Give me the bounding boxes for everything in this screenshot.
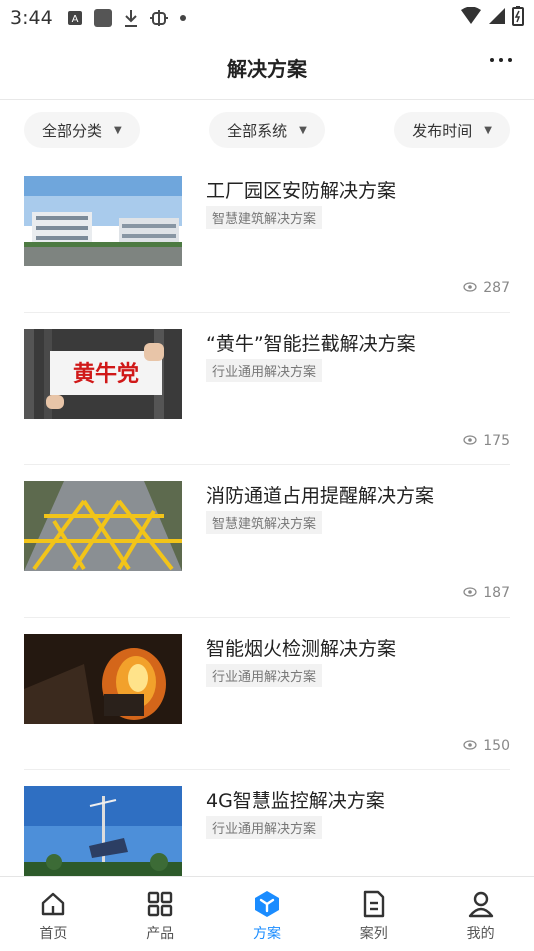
solution-list: 工厂园区安防解决方案 智慧建筑解决方案 287 黄牛党 “黄牛”智能拦截解决方案…: [0, 160, 534, 876]
view-count: 175: [463, 433, 510, 449]
status-time: 3:44: [10, 7, 53, 29]
user-icon: [468, 889, 494, 919]
filter-category-label: 全部分类: [42, 121, 103, 140]
document-icon: [362, 889, 386, 919]
home-icon: [40, 889, 66, 919]
view-count-value: 187: [483, 585, 510, 601]
tab-home-label: 首页: [39, 926, 68, 942]
more-menu-icon[interactable]: [490, 58, 512, 62]
eye-icon: [463, 280, 477, 296]
filter-system-label: 全部系统: [227, 121, 288, 140]
caret-down-icon: ▼: [114, 124, 122, 136]
caret-down-icon: ▼: [299, 124, 307, 136]
filter-category[interactable]: 全部分类 ▼: [24, 112, 140, 148]
view-count: 150: [463, 738, 510, 754]
wifi-icon: [460, 6, 482, 30]
factory-park-photo: [24, 176, 182, 266]
tab-products-label: 产品: [146, 926, 175, 942]
eye-icon: [463, 738, 477, 754]
page-title: 解决方案: [227, 57, 307, 81]
tab-products[interactable]: 产品: [107, 877, 214, 951]
view-count-value: 287: [483, 280, 510, 296]
solution-item[interactable]: 黄牛党 “黄牛”智能拦截解决方案 行业通用解决方案 175: [24, 313, 510, 465]
filter-publish-time[interactable]: 发布时间 ▼: [394, 112, 510, 148]
solution-item[interactable]: 4G智慧监控解决方案 行业通用解决方案: [24, 770, 510, 876]
square-notification-icon: [93, 8, 113, 28]
caret-down-icon: ▼: [484, 124, 492, 136]
title-bar: 解决方案: [0, 36, 534, 100]
svg-text:A: A: [71, 14, 78, 25]
solution-title: 消防通道占用提醒解决方案: [206, 485, 435, 507]
solution-icon: [254, 889, 280, 919]
tab-solutions[interactable]: 方案: [214, 877, 321, 951]
solution-tag: 智慧建筑解决方案: [206, 206, 323, 229]
tab-home[interactable]: 首页: [0, 877, 107, 951]
battery-icon: [512, 5, 524, 31]
monitoring-pole-photo: [24, 786, 182, 876]
tab-cases[interactable]: 案列: [320, 877, 427, 951]
solution-item[interactable]: 工厂园区安防解决方案 智慧建筑解决方案 287: [24, 160, 510, 313]
solution-tag: 行业通用解决方案: [206, 816, 323, 839]
solution-title: 智能烟火检测解决方案: [206, 637, 397, 660]
view-count: 187: [463, 585, 510, 601]
filter-bar: 全部分类 ▼ 全部系统 ▼ 发布时间 ▼: [0, 100, 534, 160]
tab-mine[interactable]: 我的: [427, 877, 534, 951]
solution-title: 4G智慧监控解决方案: [206, 790, 385, 812]
eye-icon: [463, 585, 477, 601]
solution-title: “黄牛”智能拦截解决方案: [206, 332, 416, 355]
tab-cases-label: 案列: [359, 926, 388, 942]
bottom-tab-bar: 首页 产品 方案 案列 我的: [0, 876, 534, 951]
tab-mine-label: 我的: [466, 926, 495, 942]
sign-text: 黄牛党: [73, 361, 139, 387]
dot-icon: [179, 14, 187, 22]
fire-lane-photo: [24, 481, 182, 571]
download-icon: [123, 8, 139, 28]
grid-icon: [147, 889, 173, 919]
filter-time-label: 发布时间: [412, 121, 473, 140]
fire-detection-photo: [24, 633, 182, 724]
solution-tag: 智慧建筑解决方案: [206, 511, 323, 534]
filter-system[interactable]: 全部系统 ▼: [209, 112, 325, 148]
eye-icon: [463, 433, 477, 449]
bug-icon: [149, 8, 169, 28]
signal-icon: [488, 7, 506, 30]
solution-tag: 行业通用解决方案: [206, 358, 323, 382]
solution-title: 工厂园区安防解决方案: [206, 180, 397, 202]
solution-tag: 行业通用解决方案: [206, 663, 323, 687]
scalper-sign-photo: 黄牛党: [24, 328, 182, 419]
solution-item[interactable]: 消防通道占用提醒解决方案 智慧建筑解决方案 187: [24, 465, 510, 618]
app-notification-icon: A: [67, 10, 83, 26]
view-count: 287: [463, 280, 510, 296]
solution-item[interactable]: 智能烟火检测解决方案 行业通用解决方案 150: [24, 618, 510, 770]
view-count-value: 150: [483, 737, 510, 754]
tab-solutions-label: 方案: [252, 926, 281, 942]
status-bar: 3:44 A: [0, 0, 534, 36]
view-count-value: 175: [483, 432, 510, 449]
